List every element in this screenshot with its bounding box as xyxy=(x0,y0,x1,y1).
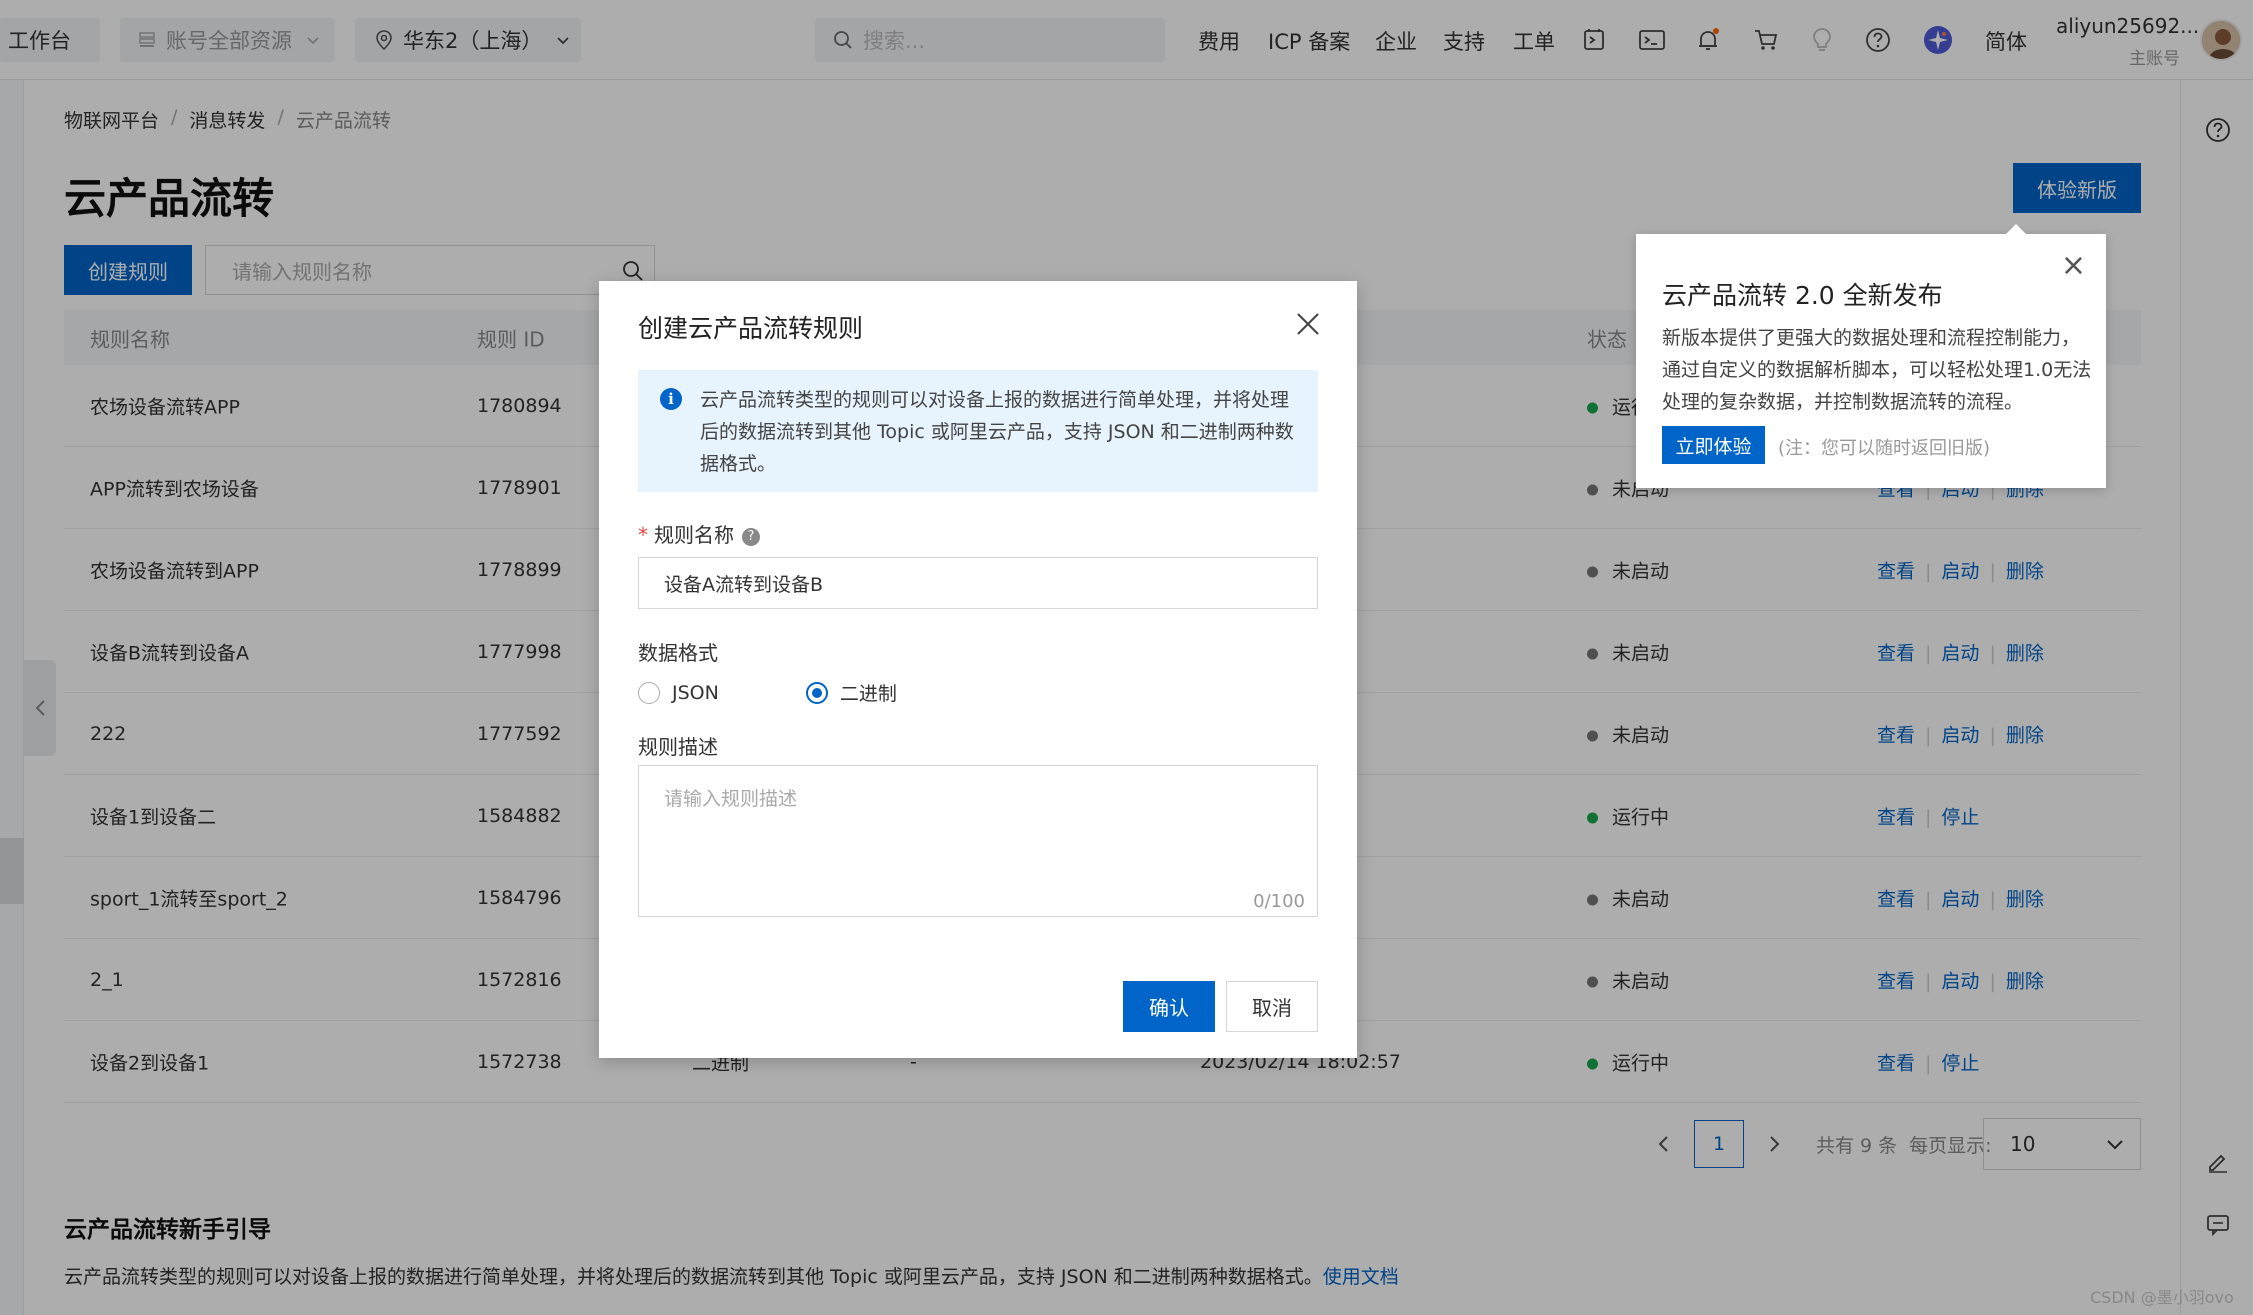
new-version-popover: × 云产品流转 2.0 全新发布 新版本提供了更强大的数据处理和流程控制能力，通… xyxy=(1636,224,2106,488)
info-icon: i xyxy=(660,388,682,410)
popover-text: 新版本提供了更强大的数据处理和流程控制能力，通过自定义的数据解析脚本，可以轻松处… xyxy=(1662,327,2092,413)
radio-button-binary[interactable] xyxy=(805,681,828,704)
data-format-radio-group: JSON 二进制 xyxy=(638,679,897,706)
help-icon[interactable]: ? xyxy=(742,527,760,546)
radio-binary[interactable]: 二进制 xyxy=(805,679,897,706)
popover-title: 云产品流转 2.0 全新发布 xyxy=(1662,281,1943,310)
radio-button-json[interactable] xyxy=(638,681,660,704)
watermark: CSDN @墨小羽ovo xyxy=(2090,1288,2234,1307)
info-text: 云产品流转类型的规则可以对设备上报的数据进行简单处理，并将处理后的数据流转到其他… xyxy=(700,389,1294,475)
character-counter: 0/100 xyxy=(1253,891,1305,912)
required-asterisk: * xyxy=(638,523,648,547)
rule-description-label: 规则描述 xyxy=(638,735,718,759)
rule-description-textarea[interactable]: 请输入规则描述 0/100 xyxy=(638,765,1318,917)
create-rule-dialog: 创建云产品流转规则 i 云产品流转类型的规则可以对设备上报的数据进行简单处理，并… xyxy=(599,281,1357,1058)
rule-description-placeholder: 请输入规则描述 xyxy=(664,788,798,810)
radio-binary-label: 二进制 xyxy=(839,683,897,705)
info-banner: i 云产品流转类型的规则可以对设备上报的数据进行简单处理，并将处理后的数据流转到… xyxy=(638,370,1318,492)
rule-name-label: * 规则名称? xyxy=(638,519,760,548)
dialog-title: 创建云产品流转规则 xyxy=(638,314,864,343)
rule-name-input[interactable]: 设备A流转到设备B xyxy=(638,557,1318,609)
radio-json[interactable]: JSON xyxy=(638,681,719,704)
close-icon[interactable] xyxy=(1295,311,1321,342)
confirm-button[interactable]: 确认 xyxy=(1123,981,1215,1032)
rule-name-label-text: 规则名称 xyxy=(654,523,734,547)
popover-note: (注：您可以随时返回旧版) xyxy=(1778,438,1991,459)
rule-name-value: 设备A流转到设备B xyxy=(664,573,824,596)
try-now-button[interactable]: 立即体验 xyxy=(1662,426,1765,464)
cancel-button[interactable]: 取消 xyxy=(1226,981,1318,1032)
radio-json-label: JSON xyxy=(672,681,719,704)
data-format-label: 数据格式 xyxy=(638,641,718,665)
close-icon[interactable]: × xyxy=(2061,248,2086,283)
